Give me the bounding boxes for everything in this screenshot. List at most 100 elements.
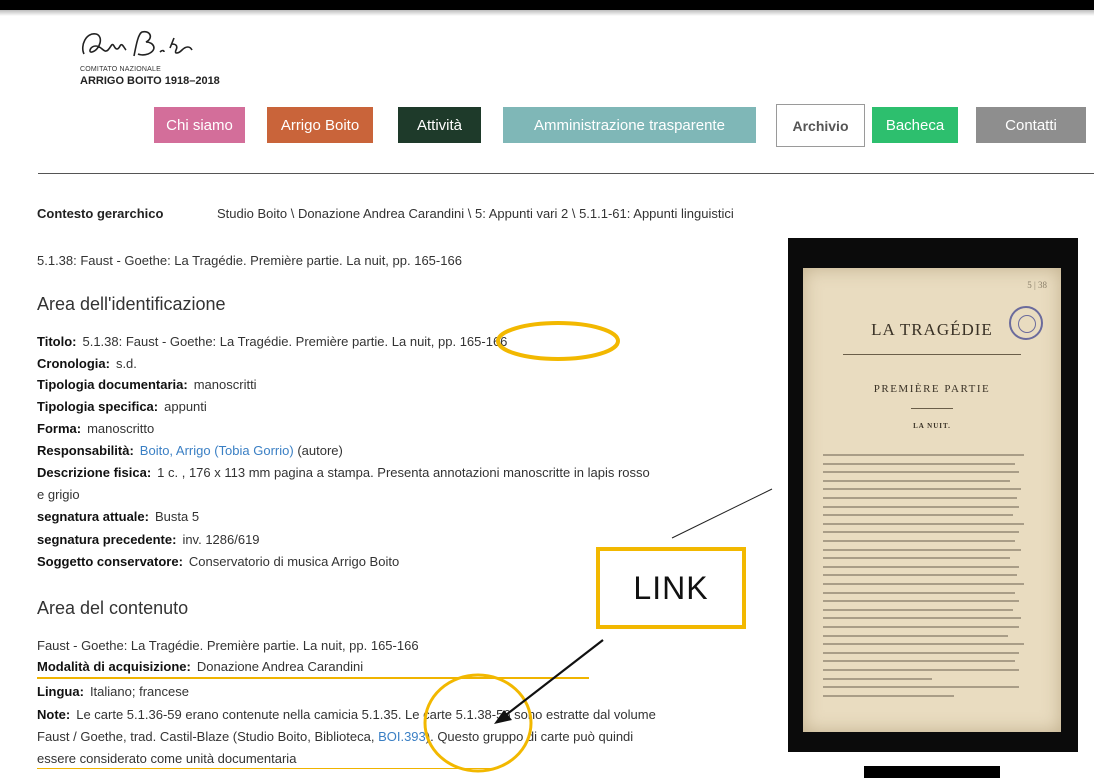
nav-attivita[interactable]: Attività [398, 107, 481, 143]
field-value: Donazione Andrea Carandini [196, 659, 364, 674]
scan-text-line [823, 488, 1021, 491]
scan-text-line [823, 565, 1019, 568]
field-label: Tipologia documentaria: [37, 377, 188, 392]
scan-text-line [823, 497, 1017, 499]
field-label: Note: [37, 707, 71, 722]
scan-text-line [823, 522, 1024, 525]
site-logo[interactable]: COMITATO NAZIONALE ARRIGO BOITO 1918–201… [78, 24, 238, 88]
highlight-ellipse [496, 321, 620, 361]
field-value: Busta 5 [154, 509, 200, 524]
scanned-page: 5 | 38 LA TRAGÉDIE PREMIÈRE PARTIE LA NU… [803, 268, 1061, 732]
link-annotation-label: LINK [633, 569, 709, 606]
scan-text-line [823, 677, 932, 680]
field-lingua: Lingua: Italiano; francese [37, 684, 189, 699]
field-soggetto-conservatore: Soggetto conservatore: Conservatorio di m… [37, 554, 399, 569]
scan-text-line [823, 454, 1024, 456]
scan-page-number: 5 | 38 [1027, 280, 1047, 290]
field-label: Forma: [37, 421, 82, 436]
browser-top-edge [0, 10, 1094, 16]
nav-amministrazione-trasparente[interactable]: Amministrazione trasparente [503, 107, 756, 143]
context-label: Contesto gerarchico [37, 206, 164, 221]
field-value: 1 c. , 176 x 113 mm pagina a stampa. Pre… [157, 465, 650, 480]
field-responsabilita: Responsabilità: Boito, Arrigo (Tobia Gorr… [37, 443, 343, 458]
field-tipologia-specifica: Tipologia specifica: appunti [37, 399, 207, 414]
field-cronologia: Cronologia: s.d. [37, 356, 137, 371]
library-link[interactable]: BOI.393 [378, 729, 426, 744]
field-value: manoscritto [87, 421, 155, 436]
field-value: s.d. [115, 356, 137, 371]
field-label: segnatura attuale: [37, 509, 149, 524]
field-label: Descrizione fisica: [37, 465, 152, 480]
scan-rule [911, 408, 953, 409]
logo-title-text: ARRIGO BOITO 1918–2018 [80, 75, 220, 87]
note-text: Faust / Goethe, trad. Castil-Blaze (Stud… [37, 729, 379, 744]
field-tipologia-documentaria: Tipologia documentaria: manoscritti [37, 377, 257, 392]
field-label: Modalità di acquisizione: [37, 659, 191, 674]
identification-heading: Area dell'identificazione [37, 294, 226, 314]
scan-text-line [823, 557, 1010, 560]
field-descrizione-fisica: Descrizione fisica: 1 c. , 176 x 113 mm p… [37, 465, 650, 480]
field-note-line3: essere considerato come unità documentar… [37, 751, 297, 766]
field-value: inv. 1286/619 [182, 532, 260, 547]
nav-arrigo-boito[interactable]: Arrigo Boito [267, 107, 373, 143]
author-link[interactable]: Boito, Arrigo (Tobia Gorrio) [140, 443, 294, 458]
secondary-thumbnail[interactable] [864, 766, 1000, 778]
scan-text-line [823, 514, 1013, 517]
field-titolo: Titolo: 5.1.38: Faust - Goethe: La Tragéd… [37, 334, 507, 349]
header-divider [38, 173, 1094, 174]
highlight-ellipse [423, 673, 533, 773]
scan-scene: LA NUIT. [913, 422, 951, 430]
link-annotation-box: LINK [596, 547, 746, 629]
scan-text-line [823, 626, 1019, 628]
pointer-line [671, 488, 773, 539]
scan-text-line [823, 694, 954, 697]
field-forma: Forma: manoscritto [37, 421, 154, 436]
record-title: 5.1.38: Faust - Goethe: La Tragédie. Pre… [37, 253, 462, 268]
scan-text-line [823, 686, 1019, 689]
scan-text-line [823, 471, 1019, 474]
field-label: segnatura precedente: [37, 532, 177, 547]
scan-text-line [823, 634, 1008, 637]
field-label: Soggetto conservatore: [37, 554, 183, 569]
field-label: Cronologia: [37, 356, 110, 371]
field-value: 5.1.38: Faust - Goethe: La Tragédie. Pre… [82, 334, 508, 349]
content-heading: Area del contenuto [37, 598, 189, 618]
scan-text-line [823, 591, 1015, 594]
browser-top-bar [0, 0, 1094, 10]
scan-text-line [823, 548, 1021, 551]
scan-text-line [823, 651, 1019, 654]
highlight-underline [37, 768, 495, 769]
field-value: manoscritti [193, 377, 257, 392]
scan-text-line [823, 643, 1024, 646]
nav-chi-siamo[interactable]: Chi siamo [154, 107, 245, 143]
field-value: Italiano; francese [89, 684, 189, 699]
scan-text-line [823, 479, 1010, 482]
field-label: Responsabilità: [37, 443, 134, 458]
nav-contatti[interactable]: Contatti [976, 107, 1086, 143]
note-text: ). Questo gruppo di carte può quindi [425, 729, 634, 744]
scan-subtitle: PREMIÈRE PARTIE [873, 383, 991, 395]
scan-text-line [823, 462, 1015, 465]
field-descrizione-fisica-cont: e grigio [37, 487, 80, 502]
logo-committee-text: COMITATO NAZIONALE [80, 66, 161, 73]
field-value: appunti [164, 399, 207, 414]
field-value: Conservatorio di musica Arrigo Boito [188, 554, 400, 569]
scan-text-line [823, 531, 1019, 534]
field-note-line2: Faust / Goethe, trad. Castil-Blaze (Stud… [37, 729, 633, 744]
signature-logo-icon [81, 30, 193, 57]
field-segnatura-attuale: segnatura attuale: Busta 5 [37, 509, 199, 524]
field-modalita-acquisizione: Modalità di acquisizione: Donazione Andre… [37, 659, 363, 674]
breadcrumb[interactable]: Studio Boito \ Donazione Andrea Carandin… [217, 206, 734, 221]
scan-text-line [823, 505, 1019, 508]
scan-text-line [823, 574, 1017, 577]
scan-text-line [823, 600, 1019, 603]
content-description: Faust - Goethe: La Tragédie. Première pa… [37, 638, 419, 653]
scan-text-line [823, 660, 1015, 663]
field-value: Le carte 5.1.36-59 erano contenute nella… [76, 707, 656, 722]
nav-bacheca[interactable]: Bacheca [872, 107, 958, 143]
scan-title: LA TRAGÉDIE [871, 320, 993, 339]
highlight-underline [37, 677, 589, 679]
nav-archivio[interactable]: Archivio [776, 104, 865, 147]
field-label: Lingua: [37, 684, 84, 699]
field-label: Titolo: [37, 334, 77, 349]
